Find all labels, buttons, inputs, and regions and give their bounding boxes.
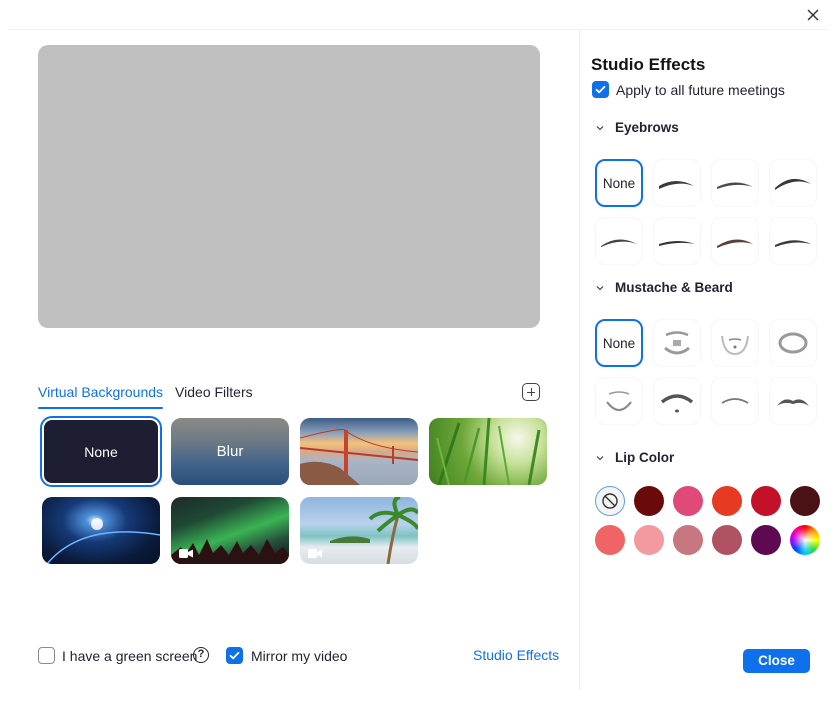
beard-option[interactable] [595, 377, 643, 425]
beard-option[interactable] [653, 319, 701, 367]
title-bar [0, 0, 835, 30]
background-tile-blur[interactable]: Blur [171, 418, 289, 485]
video-camera-icon [308, 549, 322, 558]
beard-option[interactable] [769, 377, 817, 425]
background-label: None [84, 443, 118, 460]
beard-option[interactable] [711, 319, 759, 367]
checkmark-icon [229, 651, 240, 660]
eyebrow-icon [775, 240, 811, 247]
studio-effects-title: Studio Effects [591, 55, 706, 74]
chevron-down-icon [596, 285, 604, 290]
lip-color-swatch[interactable] [751, 486, 781, 516]
eyebrow-option[interactable] [711, 159, 759, 207]
eyebrow-option[interactable] [711, 217, 759, 265]
add-background-icon[interactable] [522, 383, 540, 401]
studio-effects-link[interactable]: Studio Effects [473, 647, 559, 663]
background-tile-golden-gate[interactable] [300, 418, 418, 485]
video-preview [38, 45, 540, 328]
background-grid: None Blur [40, 416, 554, 564]
lip-color-swatch[interactable] [712, 486, 742, 516]
eyebrow-icon [659, 181, 694, 189]
lip-color-none[interactable] [595, 486, 625, 516]
earth-image [46, 518, 160, 564]
section-title: Lip Color [615, 450, 675, 465]
background-tile-grass[interactable] [429, 418, 547, 485]
beard-option-none[interactable]: None [595, 319, 643, 367]
checkmark-icon [595, 85, 606, 94]
grass-image [436, 418, 541, 485]
title-divider [8, 29, 828, 30]
beard-option[interactable] [769, 319, 817, 367]
background-tile-none[interactable]: None [40, 416, 162, 487]
tab-video-filters[interactable]: Video Filters [175, 383, 253, 407]
video-camera-icon [179, 549, 193, 558]
section-title: Eyebrows [615, 120, 679, 135]
background-tabs: Virtual Backgrounds Video Filters [38, 383, 253, 409]
green-screen-checkbox[interactable] [38, 647, 55, 664]
background-tile-earth[interactable] [42, 497, 160, 564]
eyebrow-option[interactable] [653, 159, 701, 207]
beard-option[interactable] [653, 377, 701, 425]
help-icon[interactable]: ? [193, 647, 209, 663]
eyebrow-icon [717, 239, 753, 248]
lip-color-grid [595, 486, 821, 555]
chevron-down-icon [596, 455, 604, 460]
lip-color-swatch[interactable] [712, 525, 742, 555]
section-mustache-beard[interactable]: Mustache & Beard [595, 280, 733, 295]
apply-future-label: Apply to all future meetings [616, 82, 785, 98]
beard-icon [777, 399, 809, 406]
lip-color-custom[interactable] [790, 525, 820, 555]
background-label: Blur [216, 443, 244, 460]
beard-icon [778, 332, 808, 354]
beard-option[interactable] [711, 377, 759, 425]
beard-icon [664, 331, 690, 355]
background-tile-aurora[interactable] [171, 497, 289, 564]
eyebrow-icon [717, 182, 753, 189]
bridge-image [300, 429, 418, 485]
close-button[interactable]: Close [743, 649, 810, 673]
beard-icon [721, 398, 749, 404]
eyebrow-option[interactable] [769, 217, 817, 265]
eyebrow-option-none[interactable]: None [595, 159, 643, 207]
section-title: Mustache & Beard [615, 280, 733, 295]
lip-color-swatch[interactable] [751, 525, 781, 555]
mirror-video-label: Mirror my video [251, 648, 348, 664]
lip-color-swatch[interactable] [673, 486, 703, 516]
beard-icon [606, 391, 632, 411]
section-eyebrows[interactable]: Eyebrows [595, 120, 679, 135]
eyebrow-option[interactable] [769, 159, 817, 207]
panel-divider [579, 30, 580, 690]
beard-grid: None [595, 319, 817, 425]
no-symbol-icon [602, 493, 618, 509]
lip-color-swatch[interactable] [634, 525, 664, 555]
eyebrows-grid: None [595, 159, 817, 265]
apply-future-checkbox[interactable] [592, 81, 609, 98]
lip-color-swatch[interactable] [673, 525, 703, 555]
option-label: None [602, 175, 636, 191]
beard-icon [721, 335, 749, 356]
beard-icon [660, 394, 694, 413]
green-screen-label: I have a green screen [62, 648, 198, 664]
background-tile-beach[interactable] [300, 497, 418, 564]
eyebrow-icon [601, 239, 637, 247]
mirror-video-checkbox[interactable] [226, 647, 243, 664]
lip-color-swatch[interactable] [595, 525, 625, 555]
eyebrow-icon [775, 178, 811, 190]
eyebrow-option[interactable] [653, 217, 701, 265]
close-x-icon[interactable] [804, 6, 822, 24]
section-lip-color[interactable]: Lip Color [595, 450, 674, 465]
chevron-down-icon [596, 125, 604, 130]
eyebrow-icon [659, 241, 695, 246]
eyebrow-option[interactable] [595, 217, 643, 265]
option-label: None [602, 335, 636, 351]
lip-color-swatch[interactable] [790, 486, 820, 516]
tab-virtual-backgrounds[interactable]: Virtual Backgrounds [38, 383, 164, 409]
lip-color-swatch[interactable] [634, 486, 664, 516]
